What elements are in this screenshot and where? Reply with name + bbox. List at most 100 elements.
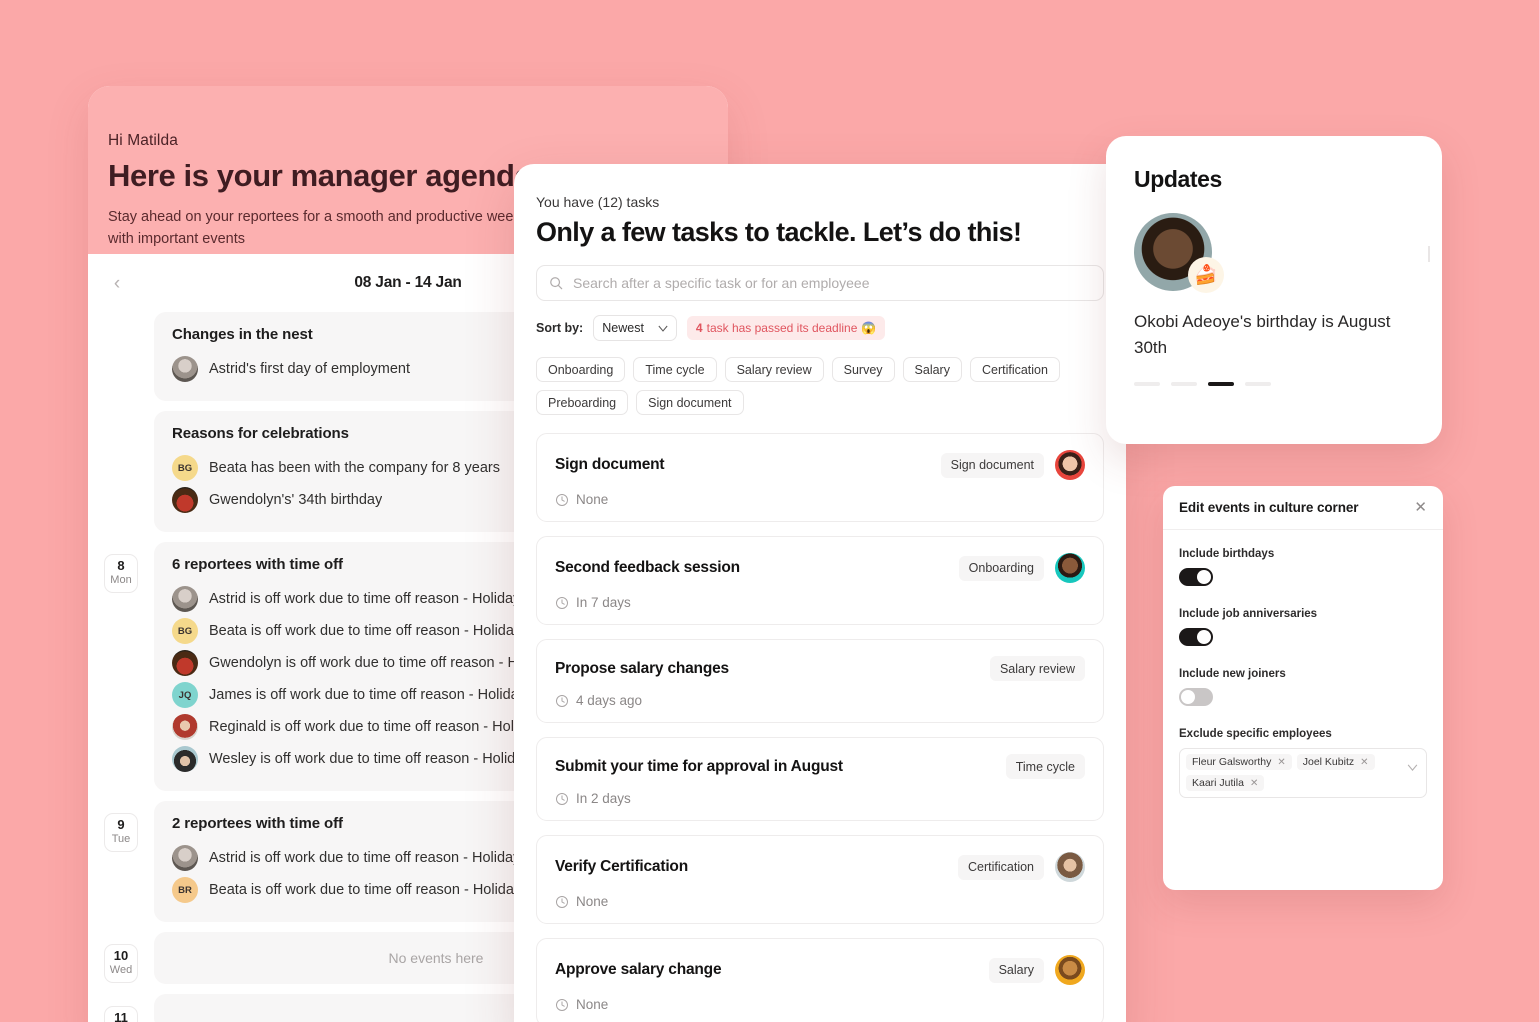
task-due-row: In 2 days [555, 791, 1085, 806]
task-due-text: In 7 days [576, 595, 631, 610]
filter-chip[interactable]: Time cycle [633, 357, 717, 382]
toggle-label: Include birthdays [1179, 548, 1275, 560]
agenda-event-text: Astrid is off work due to time off reaso… [209, 850, 521, 866]
task-card-header: Propose salary changes Salary review [555, 656, 1085, 681]
tasks-title: Only a few tasks to tackle. Let’s do thi… [536, 217, 1022, 247]
toggle-switch[interactable] [1179, 688, 1213, 706]
filter-chip[interactable]: Salary [902, 357, 962, 382]
day-chip: 11Thu [104, 1006, 138, 1022]
culture-dialog-header: Edit events in culture corner ✕ [1163, 486, 1443, 530]
task-name: Second feedback session [555, 559, 740, 576]
toggle-knob [1197, 570, 1211, 584]
task-card[interactable]: Propose salary changes Salary review 4 day… [536, 639, 1104, 723]
chevron-down-icon [658, 325, 668, 332]
filter-chip[interactable]: Preboarding [536, 390, 629, 415]
day-chip-column [88, 411, 154, 434]
employee-tag-label: Kaari Jutila [1192, 777, 1244, 789]
updates-avatar-wrap: 🍰 [1134, 213, 1224, 293]
task-meta: Salary review [989, 656, 1085, 681]
task-meta: Salary [988, 955, 1085, 985]
avatar: JQ [172, 682, 198, 708]
remove-tag-icon[interactable]: ✕ [1360, 757, 1368, 768]
agenda-event-text: Beata is off work due to time off reason… [209, 882, 522, 898]
carousel-dot[interactable] [1134, 381, 1160, 386]
avatar [172, 586, 198, 612]
close-icon[interactable]: ✕ [1414, 500, 1427, 515]
greeting-text: Hi Matilda [108, 132, 178, 149]
filter-chip[interactable]: Onboarding [536, 357, 626, 382]
filter-chip[interactable]: Sign document [636, 390, 744, 415]
clock-icon [556, 895, 568, 908]
avatar [172, 714, 198, 740]
chevron-left-icon[interactable]: ‹ [106, 272, 128, 294]
task-meta: Sign document [940, 450, 1085, 480]
exclude-employees-select[interactable]: Fleur Galsworthy ✕ Joel Kubitz ✕ Kaari Jutil… [1179, 748, 1427, 798]
chevron-down-icon[interactable] [1407, 763, 1418, 774]
task-tag: Sign document [940, 452, 1044, 478]
avatar [1055, 955, 1085, 985]
exclude-tag-list: Fleur Galsworthy ✕ Joel Kubitz ✕ Kaari Jutil… [1186, 754, 1402, 791]
task-list: Sign document Sign document None Second fee… [514, 433, 1126, 1022]
task-card-header: Submit your time for approval in August T… [555, 754, 1085, 779]
updates-scrollbar[interactable] [1428, 246, 1430, 262]
task-card-header: Sign document Sign document [555, 450, 1085, 480]
day-chip: 10 Wed [104, 944, 138, 984]
carousel-dot[interactable] [1208, 381, 1234, 386]
task-due-row: In 7 days [555, 595, 1085, 610]
filter-chip[interactable]: Certification [969, 357, 1060, 382]
task-due-row: None [555, 894, 1085, 909]
sort-dropdown[interactable]: Newest [593, 315, 677, 341]
toggle-label: Include new joiners [1179, 668, 1286, 680]
updates-title: Updates [1134, 166, 1222, 192]
toggle-knob [1181, 690, 1195, 704]
cake-icon: 🍰 [1188, 257, 1224, 293]
tasks-count-label: You have (12) tasks [536, 194, 660, 210]
toggle-switch[interactable] [1179, 628, 1213, 646]
task-due-text: None [576, 492, 609, 507]
task-due-text: None [576, 894, 609, 909]
clock-icon [556, 694, 568, 707]
filter-chip[interactable]: Survey [831, 357, 895, 382]
task-due-text: In 2 days [576, 791, 631, 806]
carousel-dot[interactable] [1245, 381, 1271, 386]
search-icon [550, 277, 563, 290]
task-card[interactable]: Second feedback session Onboarding In 7 da… [536, 536, 1104, 625]
employee-tag: Fleur Galsworthy ✕ [1186, 754, 1292, 770]
avatar: BG [172, 618, 198, 644]
filter-chip[interactable]: Salary review [724, 357, 824, 382]
day-name: Wed [109, 963, 133, 976]
day-chip: 9 Tue [104, 813, 138, 853]
task-card[interactable]: Approve salary change Salary None [536, 938, 1104, 1022]
day-chip-column: 11Thu [88, 994, 154, 1022]
sort-value: Newest [602, 321, 644, 335]
remove-tag-icon[interactable]: ✕ [1277, 757, 1285, 768]
day-chip-column: 9 Tue [88, 801, 154, 853]
remove-tag-icon[interactable]: ✕ [1250, 778, 1258, 789]
clock-icon [556, 493, 568, 506]
agenda-event-text: Astrid's first day of employment [209, 361, 411, 377]
deadline-warning-badge: 4 task has passed its deadline 😱 [686, 316, 886, 340]
task-tag: Salary review [989, 656, 1085, 681]
day-name: Tue [111, 832, 131, 845]
task-card[interactable]: Verify Certification Certification None [536, 835, 1104, 924]
search-input[interactable]: Search after a specific task or for an e… [536, 265, 1104, 301]
deadline-text: task has passed its deadline [706, 321, 858, 335]
toggle-switch[interactable] [1179, 568, 1213, 586]
app-canvas: Hi Matilda Here is your manager agenda S… [0, 0, 1539, 1022]
carousel-dot[interactable] [1171, 381, 1197, 386]
carousel-dots [1134, 381, 1414, 386]
task-card[interactable]: Sign document Sign document None [536, 433, 1104, 522]
avatar [172, 487, 198, 513]
sort-label: Sort by: [536, 321, 584, 335]
tasks-panel: You have (12) tasks Only a few tasks to … [514, 164, 1126, 1022]
task-card[interactable]: Submit your time for approval in August T… [536, 737, 1104, 821]
employee-tag-label: Fleur Galsworthy [1192, 756, 1272, 768]
task-name: Verify Certification [555, 858, 688, 875]
avatar [1055, 450, 1085, 480]
avatar [172, 845, 198, 871]
culture-dialog-title: Edit events in culture corner [1179, 500, 1359, 515]
task-name: Propose salary changes [555, 659, 729, 677]
scared-face-icon: 😱 [861, 321, 877, 335]
avatar [1055, 553, 1085, 583]
task-name: Approve salary change [555, 961, 722, 978]
